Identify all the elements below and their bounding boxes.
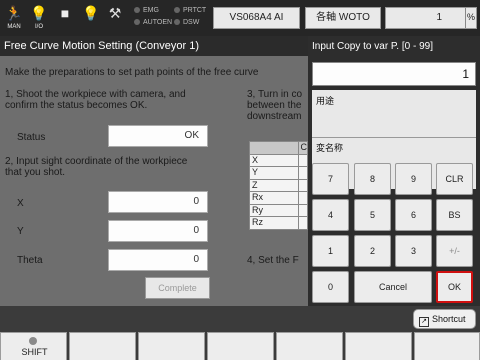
- speed-box[interactable]: 1 %: [385, 7, 477, 29]
- free-curve-dialog: Free Curve Motion Setting (Conveyor 1) M…: [0, 36, 308, 306]
- robot-model-box[interactable]: VS068A4 AI: [213, 7, 300, 29]
- y-label: Y: [17, 226, 24, 237]
- status-label: Status: [17, 132, 46, 143]
- backspace-button[interactable]: BS: [436, 199, 473, 231]
- emg-indicator: EMG: [134, 6, 159, 15]
- step3-text-cont: between the: [247, 100, 302, 111]
- speed-value: 1: [436, 12, 442, 23]
- dialog-body: Make the preparations to set path points…: [0, 56, 308, 306]
- lamp-icon[interactable]: 💡: [80, 3, 102, 33]
- theta-field[interactable]: 0: [108, 249, 208, 271]
- auto-enable-indicator: AUTOEN: [134, 18, 172, 27]
- step3-text-cont2: downstream: [247, 111, 302, 122]
- wrench-icon[interactable]: ⚒: [104, 3, 126, 33]
- step3-text: 3, Turn in co: [247, 89, 303, 100]
- key-9[interactable]: 9: [395, 163, 432, 195]
- coordinate-table: C X Y Z Rx Ry Rz: [249, 141, 308, 230]
- table-row: Z: [249, 178, 308, 192]
- man-icon[interactable]: 🏃 MAN: [3, 3, 25, 33]
- x-field[interactable]: 0: [108, 191, 208, 213]
- step2-text: 2, Input sight coordinate of the workpie…: [5, 156, 188, 167]
- dialog-title: Free Curve Motion Setting (Conveyor 1): [0, 36, 308, 56]
- shortcut-icon: ↗: [419, 317, 429, 327]
- shortcut-button[interactable]: ↗ Shortcut: [413, 309, 476, 329]
- table-row: Rz: [249, 216, 308, 230]
- keypad-title: Input Copy to var P. [0 - 99]: [312, 41, 433, 52]
- key-2[interactable]: 2: [354, 235, 391, 267]
- complete-button[interactable]: Complete: [145, 277, 210, 299]
- table-row: Rx: [249, 191, 308, 205]
- teach-pendant-screen: 🏃 MAN 💡 I/O ■ 💡 ⚒ EMG PRTCT AUTOEN DSW V…: [0, 0, 480, 360]
- key-0[interactable]: 0: [312, 271, 349, 303]
- usage-label: 用途: [316, 96, 335, 106]
- key-4[interactable]: 4: [312, 199, 349, 231]
- key-6[interactable]: 6: [395, 199, 432, 231]
- io-icon[interactable]: 💡 I/O: [28, 3, 50, 33]
- table-row: C: [249, 141, 308, 155]
- numeric-keypad-panel: Input Copy to var P. [0 - 99] 1 用途 変名称 7…: [308, 36, 480, 306]
- table-row: Y: [249, 166, 308, 180]
- function-key-f6[interactable]: [414, 332, 480, 360]
- dsw-indicator: DSW: [174, 18, 199, 27]
- function-key-f1[interactable]: [69, 332, 136, 360]
- prtct-indicator: PRTCT: [174, 6, 206, 15]
- key-5[interactable]: 5: [354, 199, 391, 231]
- theta-label: Theta: [17, 255, 43, 266]
- step4-text: 4, Set the F: [247, 255, 299, 266]
- step2-text-cont: that you shot.: [5, 167, 66, 178]
- table-header: C: [297, 141, 308, 155]
- status-field: OK: [108, 125, 208, 147]
- sign-toggle-button[interactable]: +/-: [436, 235, 473, 267]
- intro-text: Make the preparations to set path points…: [5, 67, 259, 78]
- function-key-bar: ↗ Shortcut SHIFT: [0, 306, 480, 360]
- table-row: Ry: [249, 203, 308, 217]
- function-key-f4[interactable]: [276, 332, 343, 360]
- key-8[interactable]: 8: [354, 163, 391, 195]
- shift-led-icon: [29, 337, 37, 345]
- keypad-value-field[interactable]: 1: [312, 62, 476, 86]
- key-3[interactable]: 3: [395, 235, 432, 267]
- function-key-f2[interactable]: [138, 332, 205, 360]
- function-key-f5[interactable]: [345, 332, 412, 360]
- ok-button[interactable]: OK: [436, 271, 473, 303]
- stop-icon[interactable]: ■: [54, 3, 76, 33]
- step1-text-cont: confirm the status becomes OK.: [5, 100, 148, 111]
- key-7[interactable]: 7: [312, 163, 349, 195]
- status-bar: 🏃 MAN 💡 I/O ■ 💡 ⚒ EMG PRTCT AUTOEN DSW V…: [0, 0, 480, 36]
- table-row: X: [249, 153, 308, 167]
- variable-name-label: 変名称: [316, 143, 344, 153]
- clear-button[interactable]: CLR: [436, 163, 473, 195]
- speed-unit: %: [466, 12, 475, 22]
- x-label: X: [17, 198, 24, 209]
- axis-mode-box[interactable]: 各軸 WOTO: [305, 7, 381, 29]
- shift-key[interactable]: SHIFT: [0, 332, 67, 360]
- y-field[interactable]: 0: [108, 220, 208, 242]
- step1-text: 1, Shoot the workpiece with camera, and: [5, 89, 186, 100]
- key-1[interactable]: 1: [312, 235, 349, 267]
- function-key-f3[interactable]: [207, 332, 274, 360]
- cancel-button[interactable]: Cancel: [354, 271, 432, 303]
